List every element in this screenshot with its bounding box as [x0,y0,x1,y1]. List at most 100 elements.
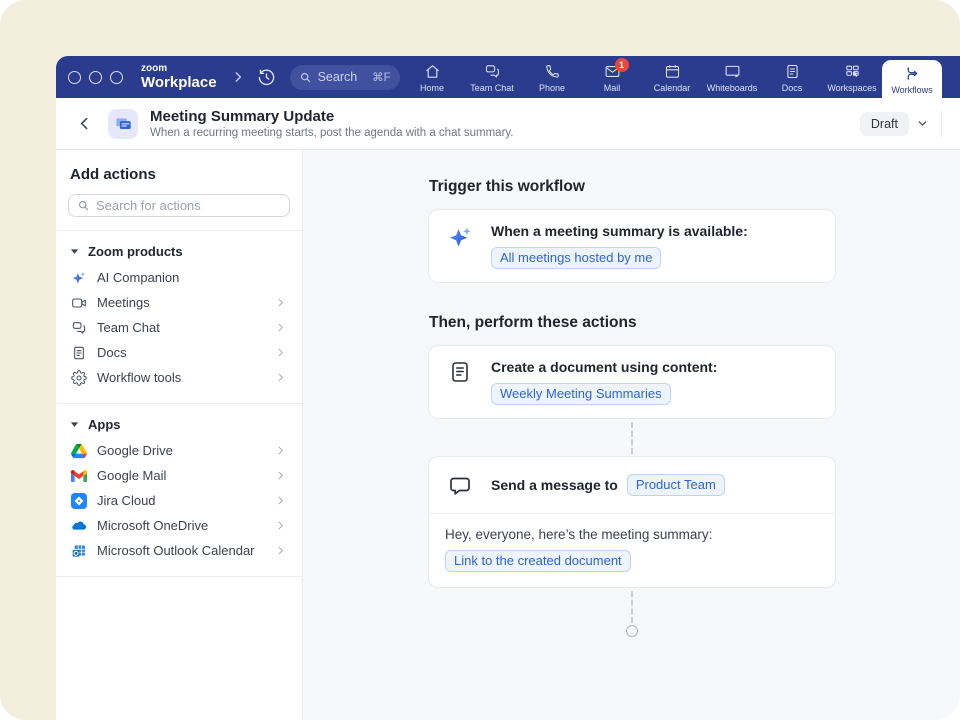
sidebar-item-label: Jira Cloud [97,493,156,508]
trigger-scope-chip[interactable]: All meetings hosted by me [491,247,661,269]
outlook-calendar-icon [71,543,87,559]
window-control-button[interactable] [68,71,81,84]
phone-icon [544,63,561,80]
search-shortcut: ⌘F [372,70,391,84]
chevron-down-icon[interactable] [916,117,929,130]
send-message-action-card[interactable]: Send a message to Product Team Hey, ever… [428,456,836,588]
page-background: zoom Workplace Search ⌘F HomeTeam ChatPh… [0,0,960,720]
nav-item-calendar[interactable]: Calendar [642,56,702,98]
nav-item-workflows[interactable]: Workflows [882,60,942,98]
window-controls [68,71,123,84]
window-control-button[interactable] [89,71,102,84]
create-document-title: Create a document using content: [491,358,717,377]
chevron-right-icon [275,322,286,333]
caret-down-icon [70,420,79,429]
nav-item-label: Workflows [891,85,932,95]
google-drive-icon [71,443,87,459]
chat-bubble-icon [445,472,475,498]
nav-item-team-chat[interactable]: Team Chat [462,56,522,98]
section-header-zoom-products[interactable]: Zoom products [68,231,290,265]
nav-item-label: Team Chat [470,83,514,93]
back-button[interactable] [76,115,93,132]
workspaces-icon [844,63,861,80]
nav-item-label: Docs [782,83,803,93]
search-icon [77,199,90,212]
nav-item-label: Mail [604,83,621,93]
chevron-right-icon[interactable] [231,70,245,84]
window-control-button[interactable] [110,71,123,84]
meetings-icon [71,295,87,311]
sidebar-item-microsoft-outlook-calendar[interactable]: Microsoft Outlook Calendar [68,538,290,563]
actions-section-heading: Then, perform these actions [429,314,836,332]
sidebar-item-label: Microsoft OneDrive [97,518,208,533]
status-badge[interactable]: Draft [860,112,909,136]
nav-item-label: Phone [539,83,565,93]
nav-item-home[interactable]: Home [402,56,462,98]
sidebar-item-jira-cloud[interactable]: Jira Cloud [68,488,290,513]
document-link-chip[interactable]: Link to the created document [445,550,631,572]
workflow-canvas: Trigger this workflow When a meeting sum… [303,150,960,720]
docs-gray-icon [71,345,87,361]
page-title: Meeting Summary Update [150,108,514,125]
chevron-right-icon [275,372,286,383]
sidebar-item-label: Meetings [97,295,150,310]
sidebar-item-workflow-tools[interactable]: Workflow tools [68,365,290,390]
message-recipient-chip[interactable]: Product Team [627,474,725,496]
chevron-right-icon [275,495,286,506]
nav-item-mail[interactable]: 1 Mail [582,56,642,98]
gear-icon [71,370,87,386]
logo-text-workplace: Workplace [141,75,217,90]
section-header-apps[interactable]: Apps [68,404,290,438]
workflow-badge-icon [114,114,133,133]
home-icon [424,63,441,80]
google-mail-icon [71,468,87,484]
sidebar-item-label: Team Chat [97,320,160,335]
sidebar-item-ai-companion[interactable]: AI Companion [68,265,290,290]
trigger-card[interactable]: When a meeting summary is available: All… [428,209,836,283]
sidebar-item-label: Google Mail [97,468,166,483]
history-icon[interactable] [257,68,276,87]
sidebar-title: Add actions [70,166,290,183]
nav-item-more[interactable]: More [942,56,960,98]
actions-search-field [68,194,290,217]
sidebar-item-google-mail[interactable]: Google Mail [68,463,290,488]
actions-search-input[interactable] [96,198,281,213]
sidebar-item-team-chat[interactable]: Team Chat [68,315,290,340]
nav-item-phone[interactable]: Phone [522,56,582,98]
sidebar-item-microsoft-onedrive[interactable]: Microsoft OneDrive [68,513,290,538]
nav-item-label: Calendar [654,83,691,93]
nav-item-docs[interactable]: Docs [762,56,822,98]
chevron-right-icon [275,445,286,456]
workflow-connector [631,591,633,623]
sidebar-item-docs[interactable]: Docs [68,340,290,365]
workflow-end-node[interactable] [626,625,638,637]
sidebar-item-meetings[interactable]: Meetings [68,290,290,315]
search-icon [299,71,312,84]
trigger-section-heading: Trigger this workflow [429,178,836,196]
nav-item-label: Workspaces [827,83,876,93]
whiteboards-icon [724,63,741,80]
document-content-chip[interactable]: Weekly Meeting Summaries [491,383,671,405]
chevron-right-icon [275,297,286,308]
workflow-header: Meeting Summary Update When a recurring … [56,98,960,150]
docs-icon [784,63,801,80]
search-placeholder: Search [318,70,358,84]
section-label: Apps [88,417,121,432]
ai-companion-icon [71,270,87,286]
create-document-action-card[interactable]: Create a document using content: Weekly … [428,345,836,419]
nav-item-workspaces[interactable]: Workspaces [822,56,882,98]
chevron-right-icon [275,520,286,531]
workflow-titles: Meeting Summary Update When a recurring … [150,108,514,139]
sidebar-item-label: Google Drive [97,443,173,458]
top-bar: zoom Workplace Search ⌘F HomeTeam ChatPh… [56,56,960,98]
mail-unread-badge: 1 [615,58,629,72]
nav-item-whiteboards[interactable]: Whiteboards [702,56,762,98]
send-message-title: Send a message to [491,476,618,495]
global-search-input[interactable]: Search ⌘F [290,65,400,90]
header-divider [941,111,942,137]
sidebar-divider [56,576,302,577]
calendar-icon [664,63,681,80]
ai-sparkle-icon [445,222,475,251]
main-navigation: Home Team Chat Phone 1 Mail Calendar Whiteboar… [402,56,960,98]
sidebar-item-google-drive[interactable]: Google Drive [68,438,290,463]
